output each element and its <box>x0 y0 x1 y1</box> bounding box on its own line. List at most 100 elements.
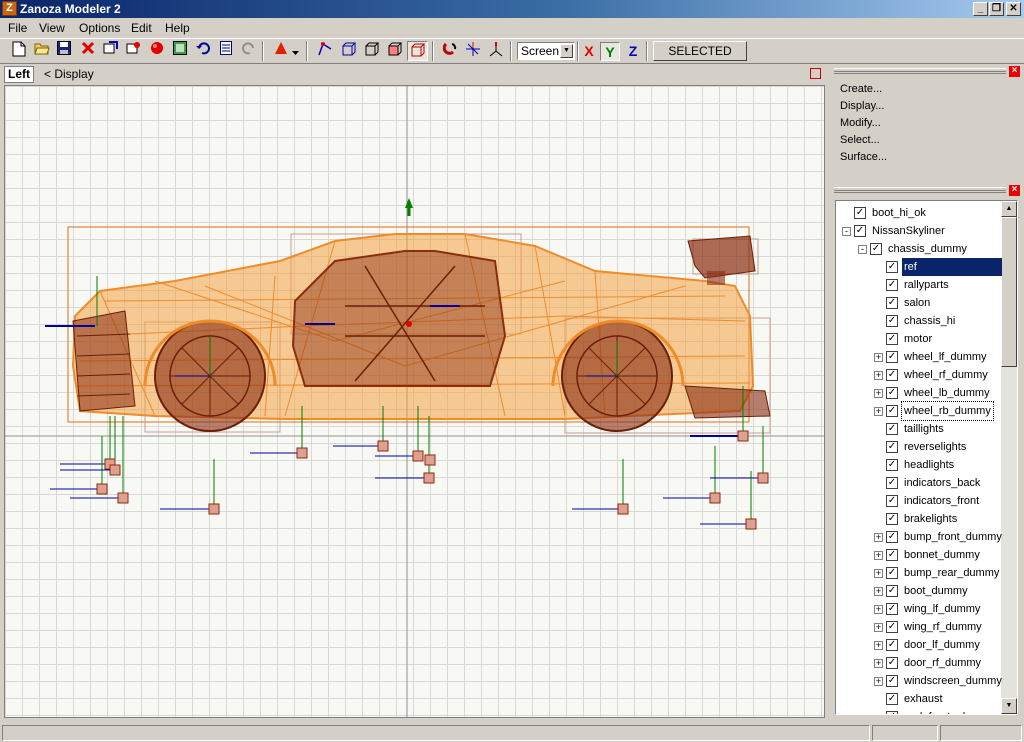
hierarchy-tree[interactable]: ▲ ▼ ✓ boot_hi_ok - ✓ NissanSkyliner - ✓ chassis… <box>835 200 1018 715</box>
menu-options[interactable]: Options <box>79 21 120 35</box>
restore-button[interactable]: ❐ <box>989 2 1004 16</box>
axis-y-button[interactable]: Y <box>600 42 620 61</box>
app-icon[interactable]: Z <box>2 1 17 16</box>
tree-item[interactable]: ✓ exhaust <box>836 690 1002 708</box>
select-vertex-icon[interactable] <box>314 41 335 61</box>
tree-item[interactable]: + ✓ wheel_rb_dummy <box>836 401 1002 421</box>
close-icon[interactable]: × <box>1009 185 1020 196</box>
rotate-axes-icon[interactable] <box>485 41 506 61</box>
visibility-checkbox[interactable]: ✓ <box>854 207 866 219</box>
visibility-checkbox[interactable]: ✓ <box>886 549 898 561</box>
visibility-checkbox[interactable]: ✓ <box>886 405 898 417</box>
menu-file[interactable]: File <box>8 21 27 35</box>
tree-item[interactable]: + ✓ wheel_lf_dummy <box>836 348 1002 366</box>
coordinate-mode-select[interactable]: Screen ▼ <box>517 42 575 60</box>
visibility-checkbox[interactable]: ✓ <box>886 531 898 543</box>
undo-icon[interactable] <box>192 41 213 61</box>
import-icon[interactable] <box>100 41 121 61</box>
visibility-checkbox[interactable]: ✓ <box>870 243 882 255</box>
expand-icon[interactable]: + <box>874 353 883 362</box>
visibility-checkbox[interactable]: ✓ <box>886 477 898 489</box>
tree-item[interactable]: + ✓ bonnet_dummy <box>836 546 1002 564</box>
merge-icon[interactable] <box>123 41 144 61</box>
menu-help[interactable]: Help <box>165 21 190 35</box>
cube-face-icon[interactable] <box>384 41 405 61</box>
panel-grip[interactable] <box>834 187 1006 193</box>
tree-item[interactable]: + ✓ bump_front_dummy <box>836 528 1002 546</box>
visibility-checkbox[interactable]: ✓ <box>886 585 898 597</box>
tree-item[interactable]: ✓ chassis_hi <box>836 312 1002 330</box>
visibility-checkbox[interactable]: ✓ <box>886 459 898 471</box>
tree-item[interactable]: ✓ ped_frontpnl <box>836 708 1002 714</box>
expand-icon[interactable]: + <box>874 533 883 542</box>
menu-view[interactable]: View <box>39 21 65 35</box>
tree-item[interactable]: + ✓ wing_lf_dummy <box>836 600 1002 618</box>
tree-item[interactable]: - ✓ NissanSkyliner <box>836 222 1002 240</box>
menu-edit[interactable]: Edit <box>131 21 152 35</box>
expand-icon[interactable]: + <box>874 371 883 380</box>
tree-item[interactable]: + ✓ wheel_rf_dummy <box>836 366 1002 384</box>
cube-edge-icon[interactable] <box>407 41 428 61</box>
save-icon[interactable] <box>53 41 74 61</box>
tree-scrollbar[interactable]: ▲ ▼ <box>1001 201 1017 714</box>
visibility-checkbox[interactable]: ✓ <box>886 567 898 579</box>
select-command[interactable]: Select... <box>840 134 880 146</box>
tree-item[interactable]: ✓ indicators_back <box>836 474 1002 492</box>
expand-icon[interactable]: + <box>874 659 883 668</box>
tree-item[interactable]: ✓ reverselights <box>836 438 1002 456</box>
magnet-icon[interactable] <box>440 41 461 61</box>
tree-item[interactable]: ✓ indicators_front <box>836 492 1002 510</box>
scroll-thumb[interactable] <box>1001 217 1017 367</box>
visibility-checkbox[interactable]: ✓ <box>886 639 898 651</box>
visibility-checkbox[interactable]: ✓ <box>886 657 898 669</box>
selected-button[interactable]: SELECTED <box>653 41 747 61</box>
visibility-checkbox[interactable]: ✓ <box>854 225 866 237</box>
visibility-checkbox[interactable]: ✓ <box>886 513 898 525</box>
visibility-checkbox[interactable]: ✓ <box>886 315 898 327</box>
tree-item[interactable]: ✓ salon <box>836 294 1002 312</box>
visibility-checkbox[interactable]: ✓ <box>886 495 898 507</box>
expand-icon[interactable]: + <box>874 407 883 416</box>
tree-item[interactable]: + ✓ bump_rear_dummy <box>836 564 1002 582</box>
expand-icon[interactable]: + <box>874 623 883 632</box>
tree-item[interactable]: + ✓ door_lf_dummy <box>836 636 1002 654</box>
redo-icon[interactable] <box>238 41 259 61</box>
view-name-tab[interactable]: Left <box>4 66 34 83</box>
move-axes-icon[interactable] <box>462 41 483 61</box>
collapse-icon[interactable]: - <box>842 227 851 236</box>
chevron-down-icon[interactable]: ▼ <box>560 44 573 58</box>
visibility-checkbox[interactable]: ✓ <box>886 297 898 309</box>
tree-item[interactable]: ✓ taillights <box>836 420 1002 438</box>
expand-icon[interactable]: + <box>874 587 883 596</box>
axis-z-button[interactable]: Z <box>623 42 643 61</box>
tree-item[interactable]: ✓ headlights <box>836 456 1002 474</box>
visibility-checkbox[interactable]: ✓ <box>886 369 898 381</box>
box-select-icon[interactable] <box>338 41 359 61</box>
modify-command[interactable]: Modify... <box>840 117 881 129</box>
cube-icon[interactable] <box>361 41 382 61</box>
expand-icon[interactable]: + <box>874 605 883 614</box>
viewport-left[interactable] <box>4 85 825 718</box>
open-icon[interactable] <box>31 41 52 61</box>
visibility-checkbox[interactable]: ✓ <box>886 441 898 453</box>
tree-item[interactable]: ✓ boot_hi_ok <box>836 204 1002 222</box>
maximize-viewport-button[interactable] <box>810 68 821 79</box>
visibility-checkbox[interactable]: ✓ <box>886 711 898 714</box>
tree-item[interactable]: + ✓ door_rf_dummy <box>836 654 1002 672</box>
expand-icon[interactable]: + <box>874 569 883 578</box>
expand-icon[interactable]: + <box>874 641 883 650</box>
tree-item[interactable]: ✓ ref <box>836 258 1002 276</box>
collapse-icon[interactable]: - <box>858 245 867 254</box>
cone-primitive-icon[interactable] <box>270 41 291 61</box>
close-button[interactable]: ✕ <box>1006 2 1021 16</box>
scroll-up-icon[interactable]: ▲ <box>1001 201 1017 217</box>
tree-item[interactable]: ✓ rallyparts <box>836 276 1002 294</box>
panel-grip[interactable] <box>834 68 1006 74</box>
close-icon[interactable]: × <box>1009 66 1020 77</box>
tree-item[interactable]: ✓ brakelights <box>836 510 1002 528</box>
chevron-down-icon[interactable] <box>290 41 300 61</box>
display-command[interactable]: Display... <box>840 100 884 112</box>
display-menu[interactable]: < Display <box>44 67 94 81</box>
expand-icon[interactable]: + <box>874 551 883 560</box>
material-ball-icon[interactable] <box>146 41 167 61</box>
